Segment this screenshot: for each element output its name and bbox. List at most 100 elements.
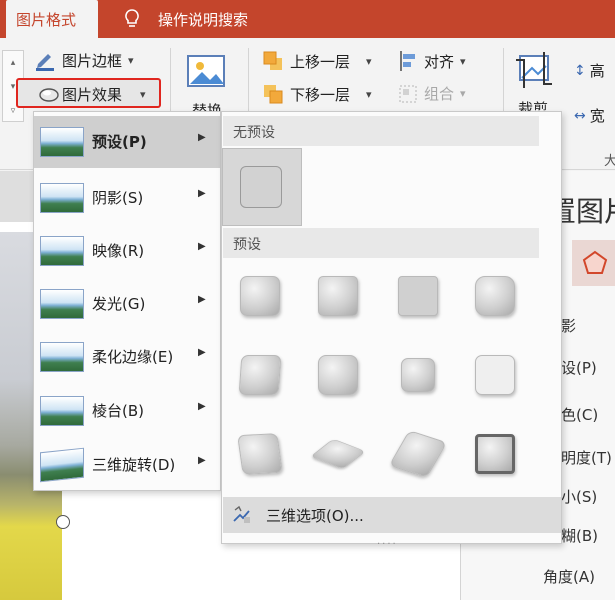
pane-angle-item[interactable]: 角度(A) <box>543 566 595 587</box>
bevel-preset-option[interactable] <box>318 276 358 316</box>
picture-border-button[interactable]: 图片边框 ▾ <box>34 47 134 73</box>
chevron-right-icon: ▶ <box>198 401 206 412</box>
soft-edges-thumbnail-icon <box>40 342 84 372</box>
pane-color-item[interactable]: 色(C) <box>561 404 598 425</box>
resize-handle[interactable] <box>56 515 70 529</box>
menu-item-label: 预设(P) <box>92 133 147 151</box>
width-field[interactable]: ↔ 宽 <box>574 105 605 126</box>
bevel-preset-option[interactable] <box>240 276 280 316</box>
menu-item-shadow[interactable]: 阴影(S) ▶ <box>34 172 220 224</box>
chevron-right-icon: ▶ <box>198 294 206 305</box>
3d-options-label: 三维选项(O)... <box>266 507 364 525</box>
lightbulb-icon <box>122 8 142 30</box>
chevron-down-icon: ▾ <box>460 87 466 100</box>
3d-options-item[interactable]: 三维选项(O)... <box>223 497 561 533</box>
reflection-thumbnail-icon <box>40 236 84 266</box>
menu-item-3d-rotation[interactable]: 三维旋转(D) ▶ <box>34 439 220 491</box>
width-label: 宽 <box>589 107 605 125</box>
picture-effects-button[interactable]: 图片效果 ▾ <box>16 78 161 108</box>
bevel-preset-option[interactable] <box>310 438 366 470</box>
no-preset-swatch <box>240 166 282 208</box>
height-label: 高 <box>589 62 605 80</box>
bevel-preset-option[interactable] <box>238 355 282 395</box>
align-label: 对齐 <box>424 52 455 71</box>
bevel-preset-option[interactable] <box>398 276 438 316</box>
menu-item-bevel[interactable]: 棱台(B) ▶ <box>34 385 220 437</box>
tab-picture-format-label: 图片格式 <box>16 11 77 29</box>
scroll-up-icon[interactable]: ▴ <box>3 51 23 75</box>
align-button[interactable]: 对齐 ▾ <box>398 50 466 72</box>
picture-effects-label: 图片效果 <box>62 86 123 104</box>
menu-item-label: 发光(G) <box>92 295 146 313</box>
pane-blur-item[interactable]: 糊(B) <box>561 525 598 546</box>
menu-item-label: 三维旋转(D) <box>92 456 176 474</box>
crop-button[interactable]: 裁剪 <box>514 50 564 120</box>
menu-item-label: 棱台(B) <box>92 402 144 420</box>
menu-item-preset[interactable]: 预设(P) ▶ <box>34 116 220 168</box>
pentagon-icon <box>582 250 608 274</box>
width-icon: ↔ <box>574 107 586 124</box>
pencil-icon <box>36 54 54 71</box>
chevron-down-icon: ▾ <box>366 54 372 68</box>
bevel-preset-option[interactable] <box>237 433 283 475</box>
pane-transparency-item[interactable]: 明度(T) <box>561 447 612 468</box>
pane-size-item[interactable]: 小(S) <box>561 486 597 507</box>
chevron-down-icon: ▾ <box>140 88 146 101</box>
replace-picture-button[interactable]: 替换 <box>186 52 236 120</box>
chevron-down-icon: ▾ <box>460 54 466 68</box>
chevron-down-icon: ▾ <box>128 53 134 67</box>
bring-forward-icon <box>263 51 282 70</box>
bring-forward-label: 上移一层 <box>290 52 351 71</box>
send-backward-label: 下移一层 <box>290 85 351 104</box>
tell-me-search[interactable]: 操作说明搜索 <box>158 9 248 30</box>
effects-tab[interactable] <box>572 240 615 286</box>
crop-icon <box>516 52 552 88</box>
no-preset-header-label: 无预设 <box>233 125 275 141</box>
3d-rotation-thumbnail-icon <box>40 447 84 483</box>
no-preset-header: 无预设 <box>223 116 539 146</box>
chevron-right-icon: ▶ <box>198 188 206 199</box>
picture-effects-menu: 预设(P) ▶ 阴影(S) ▶ 映像(R) ▶ 发光(G) ▶ 柔化边缘(E) … <box>33 111 221 491</box>
picture-effects-icon <box>39 88 59 102</box>
align-icon <box>400 51 415 71</box>
group-icon <box>399 85 417 102</box>
chevron-right-icon: ▶ <box>198 347 206 358</box>
menu-item-reflection[interactable]: 映像(R) ▶ <box>34 225 220 277</box>
group-label: 组合 <box>424 85 455 103</box>
no-preset-option[interactable] <box>222 148 302 226</box>
send-backward-icon <box>264 85 283 104</box>
menu-item-soft-edges[interactable]: 柔化边缘(E) ▶ <box>34 331 220 383</box>
glow-thumbnail-icon <box>40 289 84 319</box>
send-backward-button[interactable]: 下移一层 ▾ <box>262 83 372 105</box>
tab-picture-format[interactable]: 图片格式 <box>6 0 98 38</box>
pane-shadow-item[interactable]: 影 <box>561 315 576 336</box>
chevron-right-icon: ▶ <box>198 132 206 143</box>
chevron-right-icon: ▶ <box>198 241 206 252</box>
bevel-preset-option[interactable] <box>401 358 435 392</box>
picture-border-label: 图片边框 <box>62 51 123 70</box>
size-group-caption: 大 <box>604 154 615 169</box>
menu-item-label: 柔化边缘(E) <box>92 348 174 366</box>
3d-options-icon <box>233 505 250 523</box>
pane-preset-item[interactable]: 设(P) <box>561 357 597 378</box>
bevel-thumbnail-icon <box>40 396 84 426</box>
resize-grip[interactable]: .... <box>377 536 398 547</box>
bevel-preset-option[interactable] <box>475 355 515 395</box>
menu-item-label: 映像(R) <box>92 242 145 260</box>
bevel-preset-option[interactable] <box>475 434 515 474</box>
preset-header-label: 预设 <box>233 237 261 253</box>
bevel-preset-option[interactable] <box>318 355 358 395</box>
menu-item-label: 阴影(S) <box>92 189 144 207</box>
height-field[interactable]: ↕ 高 <box>574 60 605 81</box>
bevel-preset-option[interactable] <box>388 430 448 478</box>
height-icon: ↕ <box>574 62 586 79</box>
shadow-thumbnail-icon <box>40 183 84 213</box>
group-button: 组合 ▾ <box>398 83 466 104</box>
bevel-preset-option[interactable] <box>475 276 515 316</box>
picture-icon <box>187 55 225 87</box>
bring-forward-button[interactable]: 上移一层 ▾ <box>262 50 372 72</box>
preset-thumbnail-icon <box>40 127 84 157</box>
chevron-down-icon: ▾ <box>366 87 372 101</box>
menu-item-glow[interactable]: 发光(G) ▶ <box>34 278 220 330</box>
preset-header: 预设 <box>223 228 539 258</box>
